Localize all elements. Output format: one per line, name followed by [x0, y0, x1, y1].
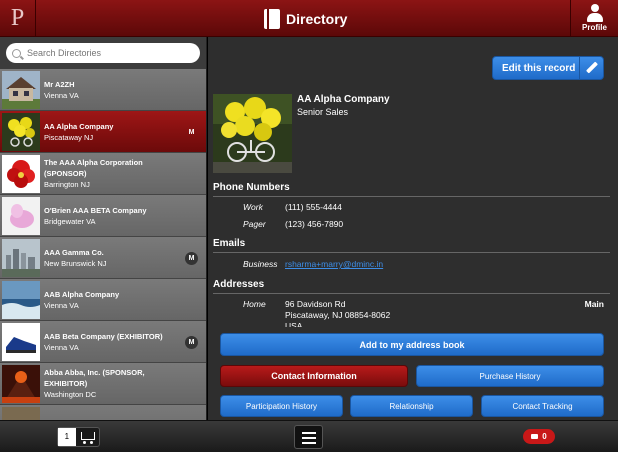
app-logo[interactable]: P: [0, 0, 36, 37]
participation-history-button[interactable]: Participation History: [220, 395, 343, 417]
item-location: Barrington NJ: [44, 180, 90, 189]
relationship-button[interactable]: Relationship: [350, 395, 473, 417]
directory-item[interactable]: AAA Gamma Co. New Brunswick NJ M: [0, 237, 206, 279]
menu-icon-bar: [302, 437, 316, 439]
member-badge: M: [188, 129, 195, 136]
phone-label: Pager: [243, 219, 266, 229]
flowers-thumbnail: [2, 112, 40, 151]
directory-item[interactable]: Mr A2ZH Vienna VA: [0, 69, 206, 111]
email-link[interactable]: rsharma+marry@dminc.in: [285, 259, 383, 269]
edit-record-button[interactable]: Edit this record: [492, 56, 604, 80]
messages-button[interactable]: 0: [523, 429, 555, 444]
directory-sidebar: Mr A2ZH Vienna VA AA Alpha Company Pisca…: [0, 37, 207, 420]
address-section-heading: Addresses: [213, 279, 610, 294]
item-text: AAB Alpha Company Vienna VA: [44, 289, 184, 311]
ocean-thumbnail: [2, 280, 40, 319]
contact-tracking-button[interactable]: Contact Tracking: [481, 395, 604, 417]
directory-item-selected[interactable]: AA Alpha Company Piscataway NJ M: [0, 111, 206, 153]
item-text: Mr A2ZH Vienna VA: [44, 79, 184, 101]
address-label: Home: [243, 299, 266, 309]
menu-button[interactable]: [294, 425, 323, 449]
member-badge: M: [185, 252, 198, 265]
shoe-thumbnail: [2, 322, 40, 361]
item-text: Abba Abba, Inc. (SPONSOR, EXHIBITOR) Was…: [44, 367, 184, 400]
phone-label: Work: [243, 202, 263, 212]
company-name: AA Alpha Company: [297, 94, 390, 105]
pink-object-thumbnail: [2, 196, 40, 235]
item-text: AAA Gamma Co. New Brunswick NJ: [44, 247, 184, 269]
red-flower-thumbnail: [2, 154, 40, 193]
item-location: Washington DC: [44, 390, 97, 399]
item-location: Vienna VA: [44, 300, 79, 310]
purchase-history-button[interactable]: Purchase History: [416, 365, 604, 387]
landscape-thumbnail: [2, 406, 40, 420]
profile-label: Profile: [582, 23, 607, 32]
app-footer: 1 0: [0, 420, 618, 452]
profile-button[interactable]: Profile: [570, 0, 618, 37]
item-name: AAB Alpha Company: [44, 289, 120, 299]
address-line-2: Piscataway, NJ 08854-8062: [285, 310, 391, 320]
search-bar: [0, 37, 206, 69]
item-text: AAB Beta Company (EXHIBITOR) Vienna VA: [44, 331, 184, 353]
main-address-tag: Main: [584, 299, 604, 309]
record-detail: Edit this record AA Alpha Company Senior…: [208, 37, 618, 420]
address-line-3: USA: [285, 321, 303, 327]
house-thumbnail: [2, 70, 40, 109]
item-location: Vienna VA: [44, 342, 79, 352]
email-section-heading: Emails: [213, 238, 610, 253]
item-name: Abba Abba, Inc. (SPONSOR, EXHIBITOR): [44, 368, 145, 388]
cart-button[interactable]: 1: [57, 427, 100, 447]
contact-information-button[interactable]: Contact Information: [220, 365, 408, 387]
directory-item[interactable]: Abba Abba, Inc. (SPONSOR, EXHIBITOR) Was…: [0, 363, 206, 405]
directory-item[interactable]: AAB Beta Company (EXHIBITOR) Vienna VA M: [0, 321, 206, 363]
item-name: O'Brien AAA BETA Company: [44, 205, 147, 215]
item-location: New Brunswick NJ: [44, 258, 107, 268]
cart-count: 1: [58, 428, 76, 446]
city-thumbnail: [2, 238, 40, 277]
page-title-group: Directory: [264, 8, 347, 30]
email-label: Business: [243, 259, 278, 269]
directory-item[interactable]: O'Brien AAA BETA Company Bridgewater VA: [0, 195, 206, 237]
directory-item[interactable]: AAB Alpha Company Vienna VA: [0, 279, 206, 321]
pencil-icon: [579, 57, 603, 79]
directory-item[interactable]: The AAA Alpha Corporation (SPONSOR) Barr…: [0, 153, 206, 195]
phone-value[interactable]: (111) 555-4444: [285, 202, 342, 212]
directory-item[interactable]: [0, 405, 206, 420]
volcano-thumbnail: [2, 364, 40, 403]
contact-role: Senior Sales: [297, 107, 349, 117]
menu-icon-bar: [302, 432, 316, 434]
item-name: Mr A2ZH: [44, 79, 75, 89]
menu-icon-bar: [302, 442, 316, 444]
member-badge: M: [185, 336, 198, 349]
item-name: AAB Beta Company (EXHIBITOR): [44, 331, 163, 341]
item-location: Vienna VA: [44, 90, 79, 100]
person-icon: [586, 4, 603, 22]
phone-value[interactable]: (123) 456-7890: [285, 219, 343, 229]
address-book-icon: [264, 9, 280, 29]
messages-count: 0: [542, 432, 547, 441]
address-line-1: 96 Davidson Rd: [285, 299, 346, 309]
item-location: Bridgewater VA: [44, 216, 96, 226]
item-text: The AAA Alpha Corporation (SPONSOR) Barr…: [44, 157, 184, 190]
phone-section-heading: Phone Numbers: [213, 182, 610, 197]
app-header: P Directory Profile: [0, 0, 618, 37]
item-text: O'Brien AAA BETA Company Bridgewater VA: [44, 205, 184, 227]
item-name: AA Alpha Company: [44, 121, 114, 131]
search-field[interactable]: [6, 43, 200, 63]
cart-icon: [76, 428, 99, 446]
add-to-address-book-button[interactable]: Add to my address book: [220, 333, 604, 356]
item-location: Piscataway NJ: [44, 132, 94, 142]
edit-record-label: Edit this record: [502, 62, 576, 74]
envelope-icon: [531, 434, 539, 439]
item-name: The AAA Alpha Corporation (SPONSOR): [44, 158, 143, 178]
item-text: AA Alpha Company Piscataway NJ: [44, 121, 184, 143]
page-title: Directory: [286, 11, 348, 27]
item-name: AAA Gamma Co.: [44, 247, 104, 257]
search-input[interactable]: [27, 48, 187, 58]
company-photo: [213, 94, 292, 173]
search-icon: [12, 48, 21, 58]
